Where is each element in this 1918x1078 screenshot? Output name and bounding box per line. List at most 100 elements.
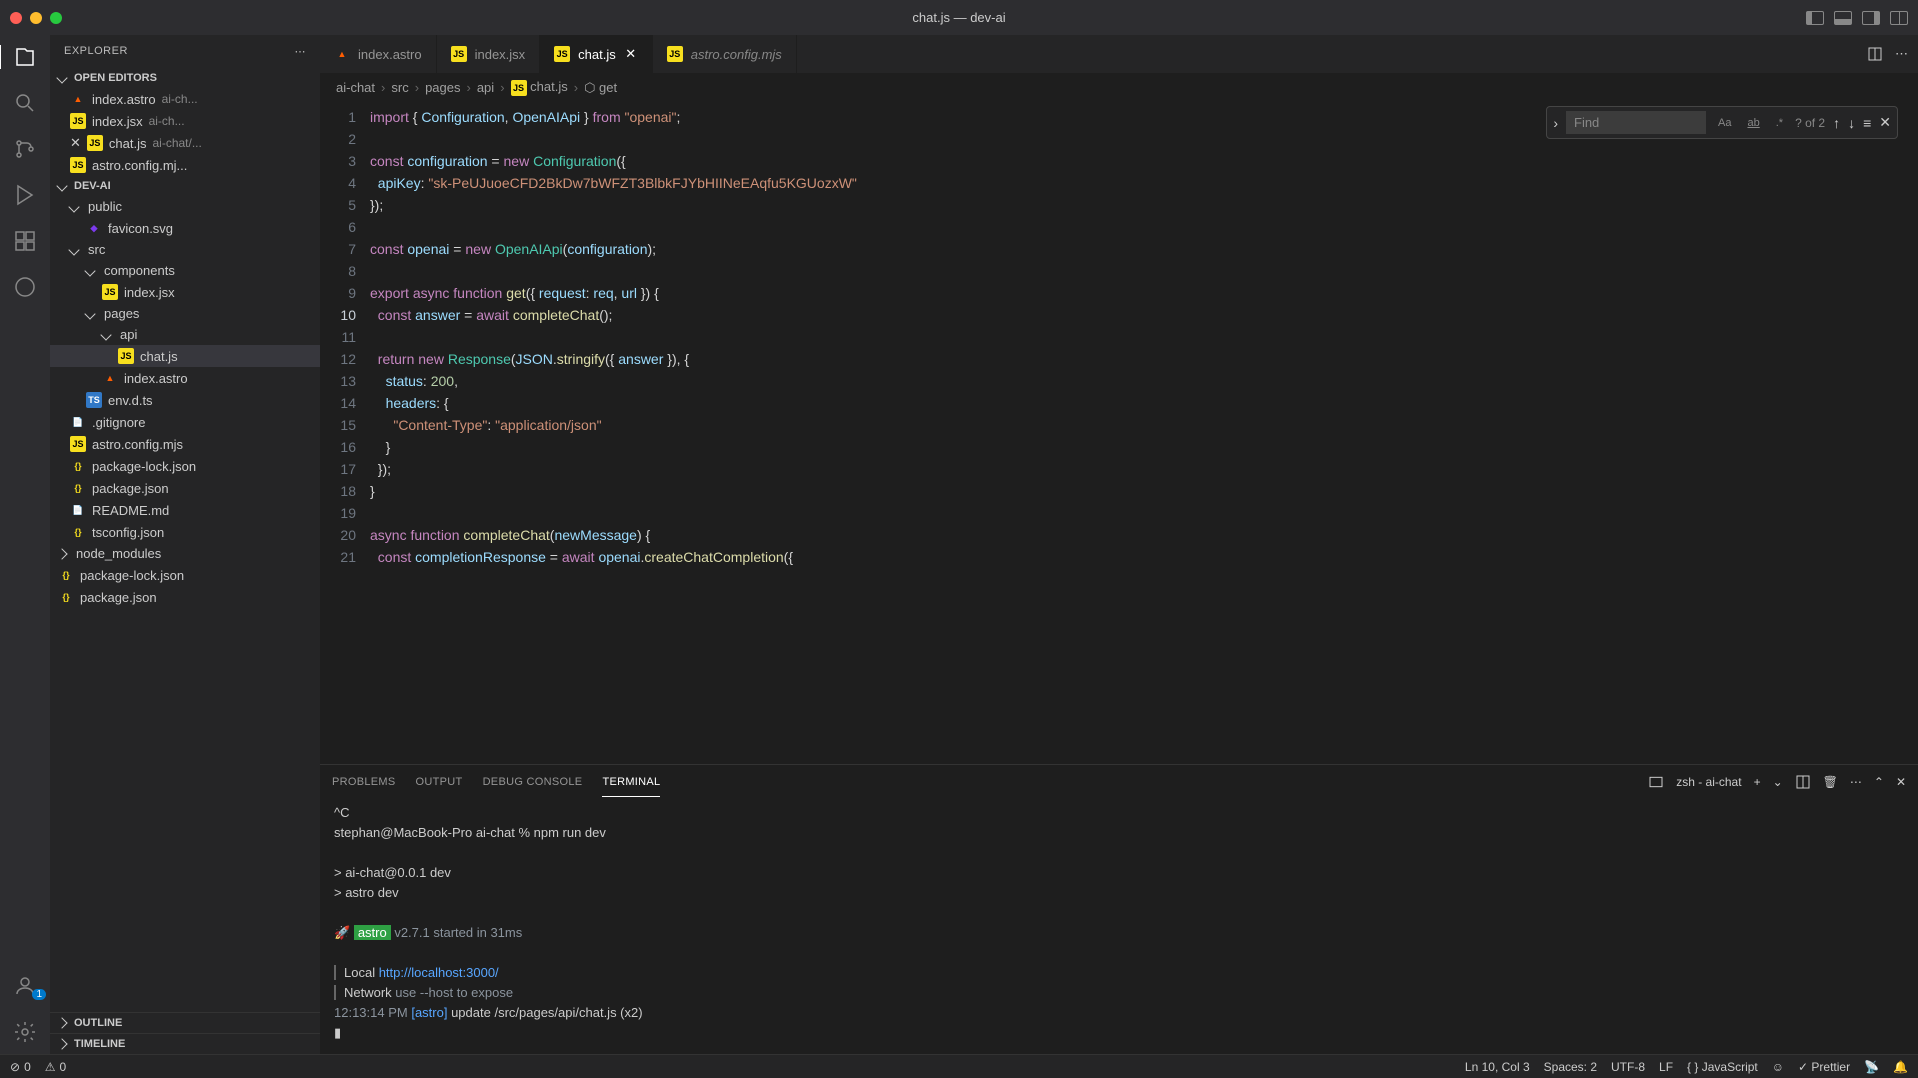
find-next-icon[interactable]: ↓: [1848, 115, 1855, 131]
toggle-panel-icon[interactable]: [1834, 11, 1852, 25]
open-editor-item[interactable]: JSindex.jsx ai-ch...: [50, 110, 320, 132]
extensions-view-icon[interactable]: [0, 229, 50, 253]
indentation-status[interactable]: Spaces: 2: [1544, 1060, 1597, 1074]
file-item[interactable]: ▲index.astro: [50, 367, 320, 389]
more-icon[interactable]: ⋯: [295, 45, 307, 58]
toggle-secondary-icon[interactable]: [1862, 11, 1880, 25]
folder-item[interactable]: api: [50, 324, 320, 345]
panel-tab-problems[interactable]: PROBLEMS: [332, 768, 396, 796]
kill-terminal-icon[interactable]: 🗑: [1823, 775, 1838, 789]
breadcrumb-item[interactable]: ai-chat: [336, 80, 375, 95]
find-expand-icon[interactable]: ›: [1553, 115, 1558, 131]
window-title: chat.js — dev-ai: [912, 10, 1005, 25]
maximize-window[interactable]: [50, 12, 62, 24]
split-editor-icon[interactable]: [1867, 46, 1883, 62]
file-item[interactable]: 📄.gitignore: [50, 411, 320, 433]
file-item[interactable]: JSindex.jsx: [50, 281, 320, 303]
search-view-icon[interactable]: [0, 91, 50, 115]
eol-status[interactable]: LF: [1659, 1060, 1673, 1074]
panel-tab-terminal[interactable]: TERMINAL: [602, 768, 660, 797]
breadcrumb[interactable]: ai-chat›src›pages›api›JS chat.js›⬡ get: [320, 73, 1918, 102]
regex-icon[interactable]: .*: [1772, 115, 1787, 131]
new-terminal-icon[interactable]: +: [1754, 775, 1761, 789]
file-item[interactable]: {}package-lock.json: [50, 564, 320, 586]
file-item[interactable]: JSastro.config.mjs: [50, 433, 320, 455]
maximize-panel-icon[interactable]: ⌃: [1874, 775, 1884, 789]
code-editor[interactable]: 123456789101112131415161718192021 import…: [320, 102, 1918, 764]
file-item[interactable]: TSenv.d.ts: [50, 389, 320, 411]
open-editors-header[interactable]: OPEN EDITORS: [50, 68, 320, 88]
match-word-icon[interactable]: ab: [1743, 115, 1763, 131]
breadcrumb-item[interactable]: pages: [425, 80, 460, 95]
close-window[interactable]: [10, 12, 22, 24]
close-panel-icon[interactable]: ✕: [1896, 775, 1906, 789]
folder-item[interactable]: node_modules: [50, 543, 320, 564]
customize-layout-icon[interactable]: [1890, 11, 1908, 25]
accounts-icon[interactable]: 1: [0, 974, 50, 998]
breadcrumb-item[interactable]: api: [477, 80, 494, 95]
source-control-icon[interactable]: [0, 137, 50, 161]
tab-actions: ⋯: [1857, 35, 1918, 73]
terminal-name[interactable]: zsh - ai-chat: [1676, 775, 1741, 789]
file-item[interactable]: {}package.json: [50, 477, 320, 499]
prettier-status[interactable]: ✓ Prettier: [1798, 1060, 1850, 1074]
editor-tab[interactable]: JSindex.jsx: [437, 35, 541, 73]
split-terminal-icon[interactable]: [1795, 774, 1811, 790]
editor-tab[interactable]: JSchat.js✕: [540, 35, 653, 73]
file-item[interactable]: {}tsconfig.json: [50, 521, 320, 543]
cursor-position[interactable]: Ln 10, Col 3: [1465, 1060, 1530, 1074]
find-results: ? of 2: [1795, 116, 1825, 130]
folder-item[interactable]: pages: [50, 303, 320, 324]
folder-item[interactable]: src: [50, 239, 320, 260]
panel-tab-output[interactable]: OUTPUT: [416, 768, 463, 796]
settings-gear-icon[interactable]: [0, 1020, 50, 1044]
file-item[interactable]: ◆favicon.svg: [50, 217, 320, 239]
breadcrumb-item[interactable]: JS chat.js: [511, 79, 568, 96]
editor-tab[interactable]: JSastro.config.mjs: [653, 35, 797, 73]
warnings-status[interactable]: ⚠ 0: [45, 1060, 66, 1074]
panel-tab-debug console[interactable]: DEBUG CONSOLE: [483, 768, 583, 796]
open-editor-item[interactable]: ✕ JSchat.js ai-chat/...: [50, 132, 320, 154]
debug-view-icon[interactable]: [0, 183, 50, 207]
more-tab-actions-icon[interactable]: ⋯: [1895, 46, 1908, 62]
find-prev-icon[interactable]: ↑: [1833, 115, 1840, 131]
outline-header[interactable]: OUTLINE: [50, 1012, 320, 1033]
editor-tab[interactable]: ▲index.astro: [320, 35, 437, 73]
language-status[interactable]: { } JavaScript: [1687, 1060, 1758, 1074]
file-item[interactable]: 📄README.md: [50, 499, 320, 521]
project-header[interactable]: DEV-AI: [50, 176, 320, 196]
terminal-profile-icon[interactable]: [1648, 774, 1664, 790]
feedback-icon[interactable]: ☺: [1772, 1060, 1784, 1074]
terminal-dropdown-icon[interactable]: ⌄: [1773, 775, 1783, 789]
file-item[interactable]: JSchat.js: [50, 345, 320, 367]
folder-item[interactable]: public: [50, 196, 320, 217]
find-widget: › Aa ab .* ? of 2 ↑ ↓ ≡ ✕: [1546, 106, 1898, 139]
layout-controls: [1806, 11, 1908, 25]
find-filter-icon[interactable]: ≡: [1863, 115, 1871, 131]
errors-status[interactable]: ⊘ 0: [10, 1060, 31, 1074]
live-share-icon[interactable]: 📡: [1864, 1060, 1879, 1074]
match-case-icon[interactable]: Aa: [1714, 115, 1735, 131]
notifications-icon[interactable]: 🔔: [1893, 1060, 1908, 1074]
file-item[interactable]: {}package-lock.json: [50, 455, 320, 477]
file-item[interactable]: {}package.json: [50, 586, 320, 608]
breadcrumb-item[interactable]: ⬡ get: [584, 80, 617, 96]
close-icon[interactable]: ✕: [70, 135, 81, 151]
find-input[interactable]: [1566, 111, 1706, 134]
more-terminal-icon[interactable]: ⋯: [1850, 775, 1862, 789]
folder-item[interactable]: components: [50, 260, 320, 281]
code-content[interactable]: import { Configuration, OpenAIApi } from…: [370, 102, 1918, 764]
breadcrumb-item[interactable]: src: [391, 80, 408, 95]
find-close-icon[interactable]: ✕: [1879, 114, 1891, 131]
close-tab-icon[interactable]: ✕: [624, 47, 638, 61]
encoding-status[interactable]: UTF-8: [1611, 1060, 1645, 1074]
open-editor-item[interactable]: JSastro.config.mj...: [50, 154, 320, 176]
file-tree: public◆favicon.svgsrccomponentsJSindex.j…: [50, 196, 320, 1012]
timeline-header[interactable]: TIMELINE: [50, 1033, 320, 1054]
minimize-window[interactable]: [30, 12, 42, 24]
toggle-sidebar-icon[interactable]: [1806, 11, 1824, 25]
explorer-view-icon[interactable]: [0, 45, 49, 69]
edge-view-icon[interactable]: [0, 275, 50, 299]
open-editor-item[interactable]: ▲index.astro ai-ch...: [50, 88, 320, 110]
terminal-content[interactable]: ^Cstephan@MacBook-Pro ai-chat % npm run …: [320, 799, 1918, 1054]
